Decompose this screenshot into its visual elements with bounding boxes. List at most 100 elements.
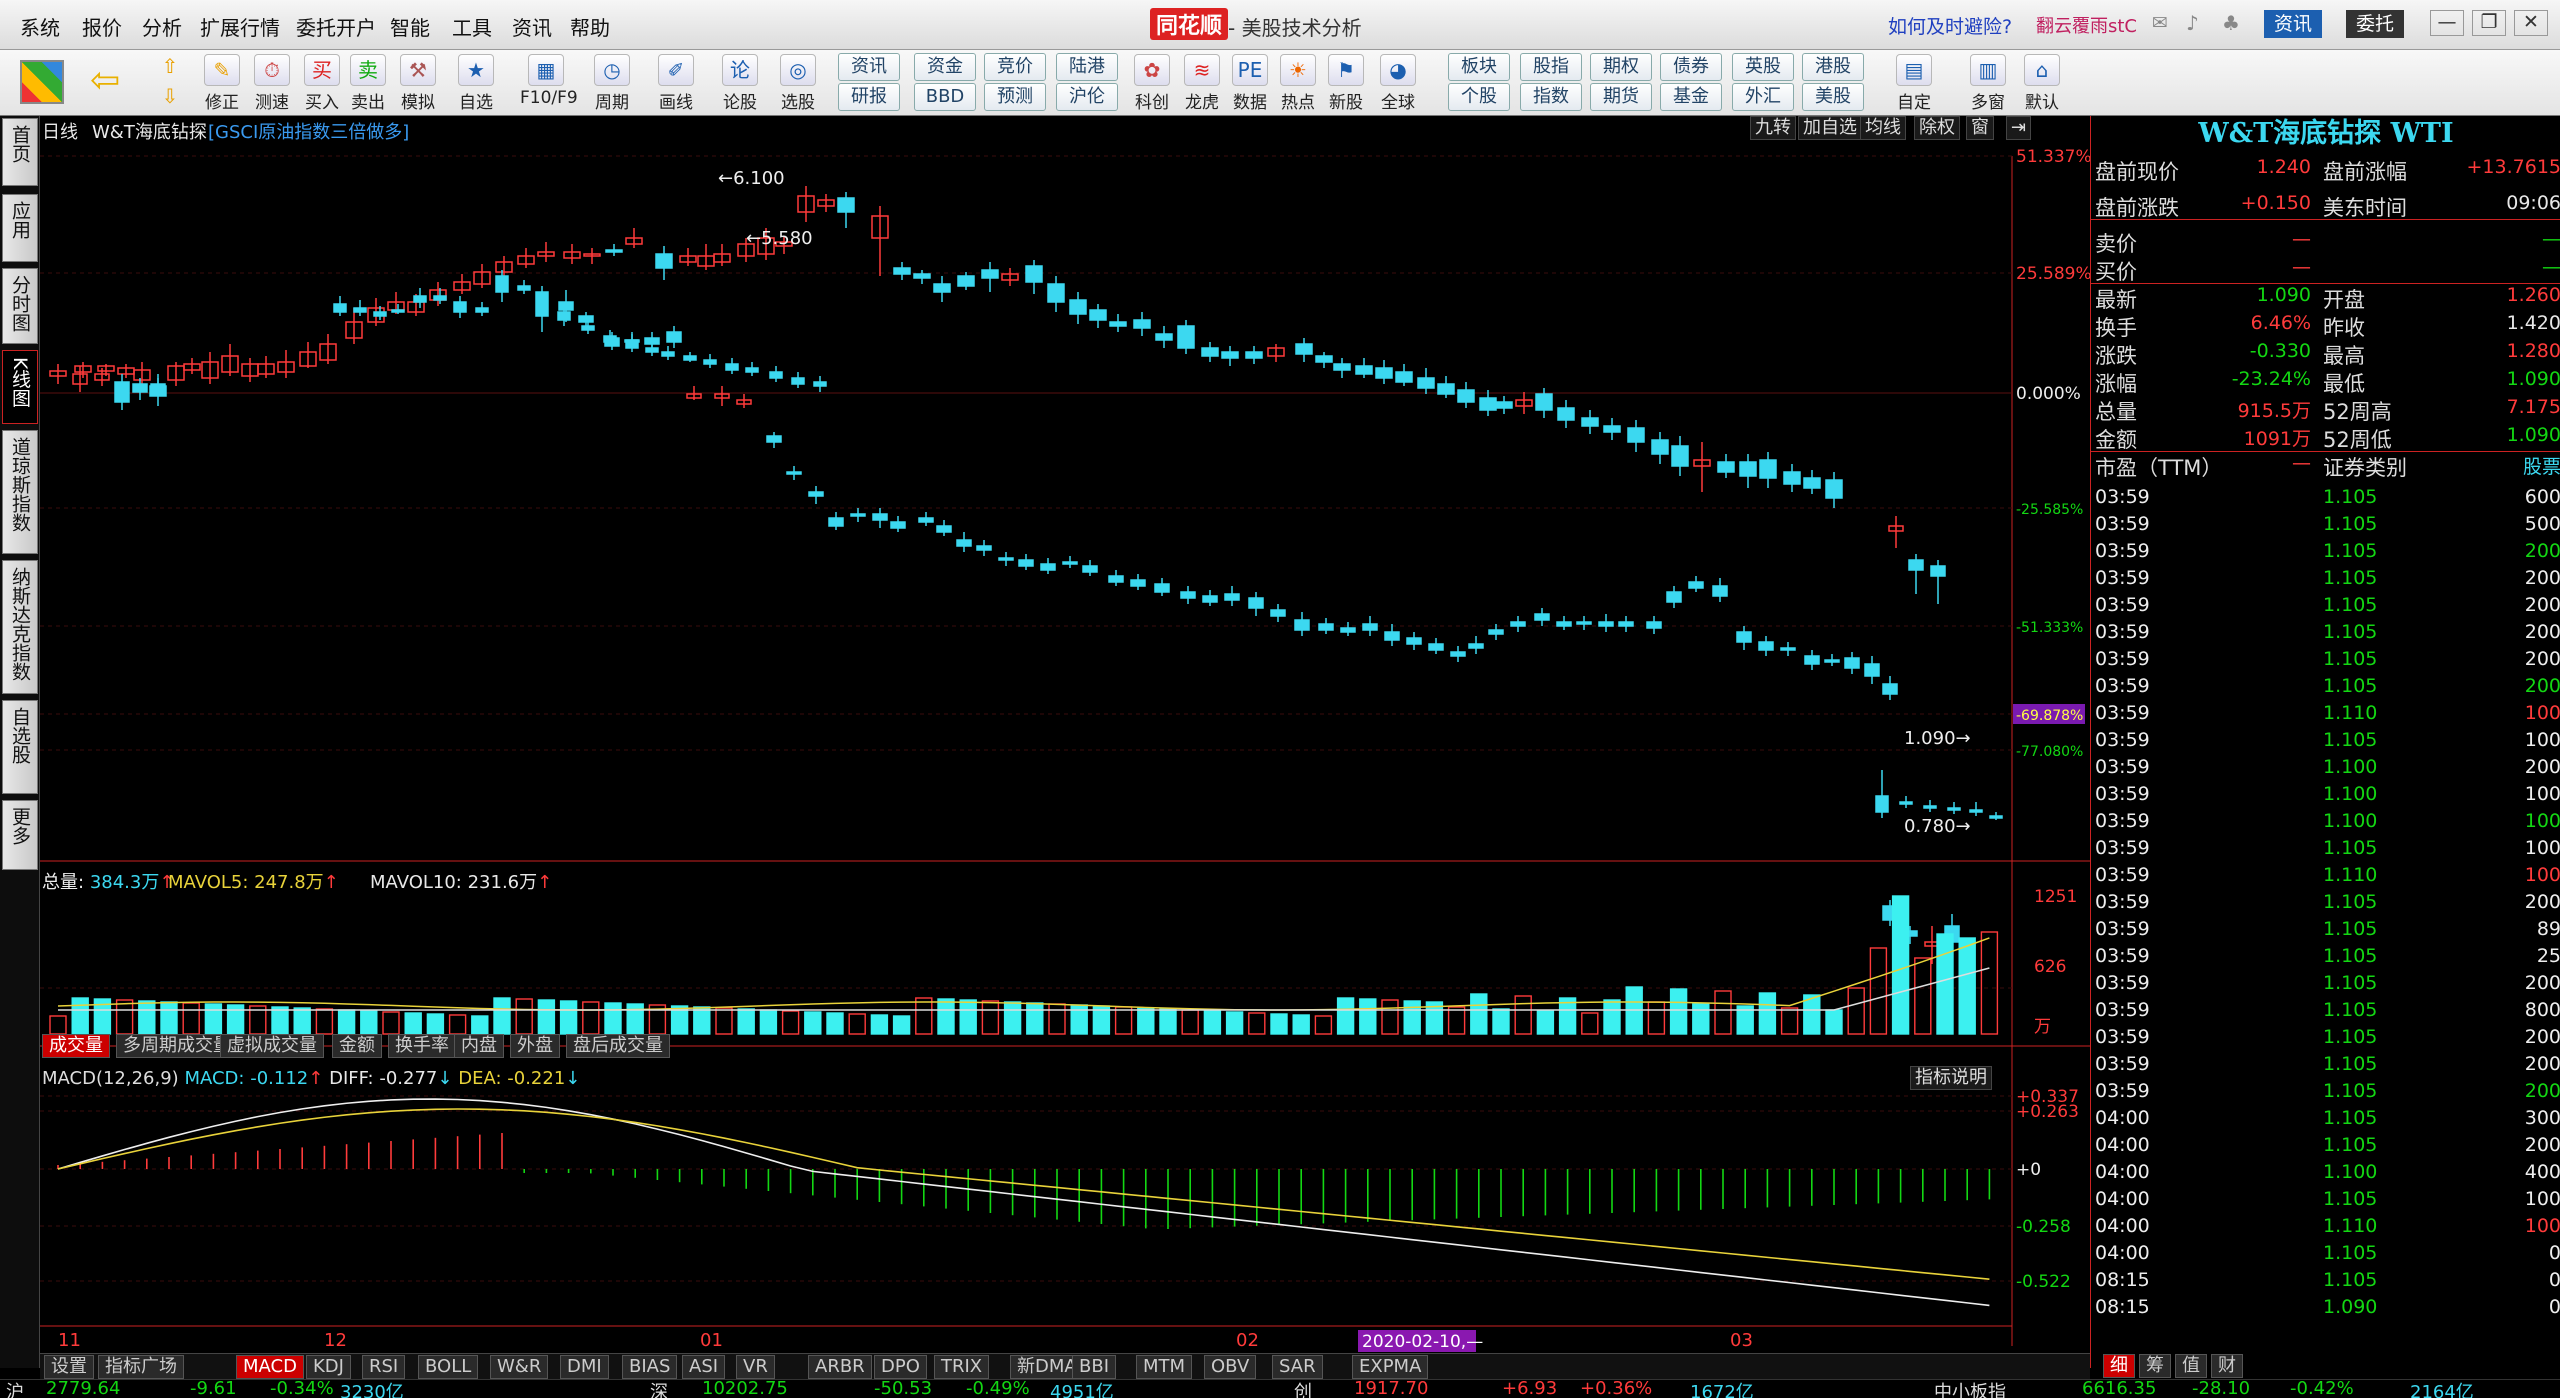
indicator-tab[interactable]: ARBR — [808, 1355, 872, 1379]
ad-link[interactable]: 如何及时避险? — [1888, 12, 2012, 39]
indicator-tab[interactable]: VR — [736, 1355, 775, 1379]
menu-item[interactable]: 工具 — [452, 12, 492, 41]
quick-button[interactable]: 美股 — [1802, 83, 1864, 111]
sidebar-tab[interactable]: 纳斯达克指数 — [2, 560, 38, 694]
indicator-tab[interactable]: DMI — [560, 1355, 609, 1379]
toolbar-button[interactable]: ◷ 周期 — [586, 52, 638, 113]
quick-button[interactable]: 期权 — [1590, 53, 1652, 81]
toolbar-button[interactable]: ▤ 自定 — [1888, 52, 1940, 113]
index-name[interactable]: 创 — [1294, 1378, 1312, 1398]
quick-button[interactable]: 沪伦 — [1056, 83, 1118, 111]
indicator-tab[interactable]: OBV — [1204, 1355, 1257, 1379]
sidebar-tab[interactable]: 首页 — [2, 118, 38, 186]
quote-tab[interactable]: 值 — [2175, 1354, 2207, 1378]
indicator-tab[interactable]: ASI — [682, 1355, 726, 1379]
menu-item[interactable]: 扩展行情 — [200, 12, 280, 41]
quick-button[interactable]: 预测 — [984, 83, 1046, 111]
close-button[interactable]: ✕ — [2514, 10, 2548, 36]
volume-tab[interactable]: 外盘 — [510, 1034, 560, 1058]
quick-button[interactable]: 资金 — [914, 53, 976, 81]
quick-button[interactable]: 指数 — [1520, 83, 1582, 111]
indicator-help-button[interactable]: 指标说明 — [1910, 1066, 1992, 1090]
sidebar-tab[interactable]: 分时图 — [2, 268, 38, 344]
layout-icon[interactable] — [20, 60, 64, 104]
index-name[interactable]: 深 — [650, 1378, 668, 1398]
quick-button[interactable]: 资讯 — [838, 53, 900, 81]
indicator-tab[interactable]: KDJ — [306, 1355, 351, 1379]
indicator-tab[interactable]: DPO — [874, 1355, 927, 1379]
sidebar-tab[interactable]: 道琼斯指数 — [2, 430, 38, 554]
index-name[interactable]: 沪 — [6, 1378, 24, 1398]
toolbar-button[interactable]: ◎ 选股 — [772, 52, 824, 113]
sidebar-tab[interactable]: K线图 — [2, 350, 38, 424]
quote-tab[interactable]: 财 — [2211, 1354, 2243, 1378]
quick-button[interactable]: 陆港 — [1056, 53, 1118, 81]
toolbar-button[interactable]: ★ 自选 — [450, 52, 502, 113]
menu-item[interactable]: 资讯 — [512, 12, 552, 41]
shirt-icon[interactable]: ♣ — [2222, 11, 2240, 35]
volume-tab[interactable]: 成交量 — [42, 1034, 110, 1058]
menu-item[interactable]: 报价 — [82, 12, 122, 41]
quick-button[interactable]: 期货 — [1590, 83, 1652, 111]
toolbar-button[interactable]: ⌂ 默认 — [2016, 52, 2068, 113]
quick-button[interactable]: 股指 — [1520, 53, 1582, 81]
toolbar-button[interactable]: ✿ 科创 — [1126, 52, 1178, 113]
quick-button[interactable]: 外汇 — [1732, 83, 1794, 111]
quote-tab[interactable]: 细 — [2103, 1354, 2135, 1378]
menu-item[interactable]: 帮助 — [570, 12, 610, 41]
menu-item[interactable]: 系统 — [20, 12, 60, 41]
indicator-tab[interactable]: TRIX — [934, 1355, 990, 1379]
minimize-button[interactable]: — — [2430, 10, 2464, 36]
quick-button[interactable]: 债券 — [1660, 53, 1722, 81]
news-button[interactable]: 资讯 — [2264, 10, 2323, 38]
quick-button[interactable]: 基金 — [1660, 83, 1722, 111]
indicator-tab[interactable]: BOLL — [418, 1355, 479, 1379]
sidebar-tab[interactable]: 自选股 — [2, 700, 38, 794]
volume-tab[interactable]: 金额 — [332, 1034, 382, 1058]
toolbar-button[interactable]: ⚒ 模拟 — [392, 52, 444, 113]
indicator-tab[interactable]: MTM — [1136, 1355, 1193, 1379]
trade-button[interactable]: 委托 — [2346, 10, 2405, 38]
toolbar-button[interactable]: ✎ 修正 — [196, 52, 248, 113]
down-arrow-icon[interactable]: ⇩ — [152, 84, 188, 110]
indicator-tab[interactable]: 指标广场 — [98, 1355, 184, 1379]
toolbar-button[interactable]: ▦ F10/F9 — [520, 52, 578, 108]
quick-button[interactable]: 研报 — [838, 83, 900, 111]
quick-button[interactable]: 港股 — [1802, 53, 1864, 81]
quote-tab[interactable]: 筹 — [2139, 1354, 2171, 1378]
indicator-tab[interactable]: BBI — [1072, 1355, 1117, 1379]
toolbar-button[interactable]: ⚑ 新股 — [1320, 52, 1372, 113]
restore-button[interactable]: ❐ — [2472, 10, 2506, 36]
quick-button[interactable]: 英股 — [1732, 53, 1794, 81]
indicator-tab[interactable]: SAR — [1272, 1355, 1323, 1379]
user-name[interactable]: 翻云覆雨stC — [2036, 12, 2137, 38]
menu-item[interactable]: 委托开户 — [296, 12, 376, 41]
toolbar-button[interactable]: 买买入 — [296, 52, 348, 113]
volume-tab[interactable]: 换手率 — [388, 1034, 456, 1058]
indicator-tab[interactable]: RSI — [362, 1355, 406, 1379]
quick-button[interactable]: BBD — [914, 83, 976, 111]
up-arrow-icon[interactable]: ⇧ — [152, 54, 188, 80]
indicator-tab[interactable]: EXPMA — [1352, 1355, 1429, 1379]
indicator-tab[interactable]: 设置 — [44, 1355, 94, 1379]
quick-button[interactable]: 个股 — [1448, 83, 1510, 111]
toolbar-button[interactable]: ▥ 多窗 — [1962, 52, 2014, 113]
indicator-tab[interactable]: BIAS — [622, 1355, 678, 1379]
quick-button[interactable]: 竞价 — [984, 53, 1046, 81]
toolbar-button[interactable]: PE 数据 — [1224, 52, 1276, 113]
toolbar-button[interactable]: 论论股 — [714, 52, 766, 113]
kline-svg[interactable]: 51.337% 25.589% 0.000% -25.585% -51.333% -69.… — [40, 116, 2090, 1353]
sidebar-tab[interactable]: 应用 — [2, 194, 38, 262]
volume-tab[interactable]: 盘后成交量 — [566, 1034, 670, 1058]
toolbar-button[interactable]: ✐ 画线 — [650, 52, 702, 113]
toolbar-button[interactable]: ◕ 全球 — [1372, 52, 1424, 113]
bell-icon[interactable]: ♪ — [2186, 11, 2199, 35]
indicator-tab[interactable]: W&R — [490, 1355, 549, 1379]
toolbar-button[interactable]: ⏱ 测速 — [246, 52, 298, 113]
mail-icon[interactable]: ✉ — [2152, 12, 2168, 34]
indicator-tab[interactable]: MACD — [236, 1355, 304, 1379]
quick-button[interactable]: 板块 — [1448, 53, 1510, 81]
sidebar-tab[interactable]: 更多 — [2, 800, 38, 870]
volume-tab[interactable]: 虚拟成交量 — [220, 1034, 324, 1058]
menu-item[interactable]: 分析 — [142, 12, 182, 41]
